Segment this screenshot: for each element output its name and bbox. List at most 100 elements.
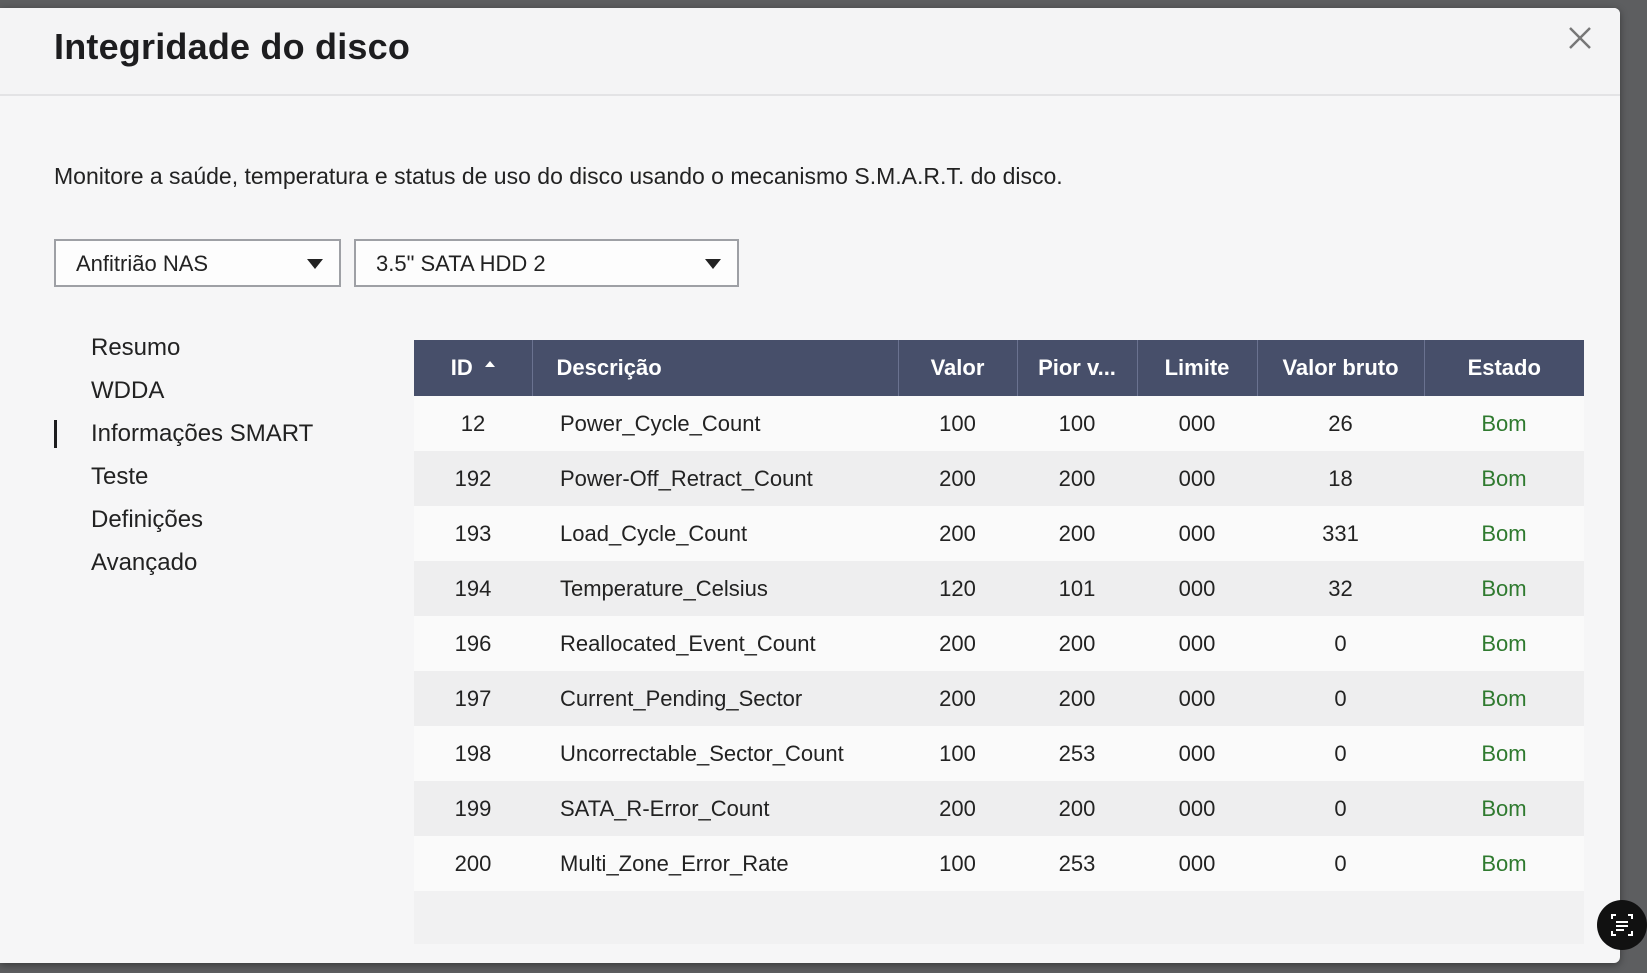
column-header-id-label: ID bbox=[450, 355, 473, 380]
cell-status: Bom bbox=[1424, 781, 1584, 836]
cell-worst: 253 bbox=[1017, 726, 1137, 781]
cell-raw: 0 bbox=[1257, 836, 1424, 891]
cell-raw: 0 bbox=[1257, 781, 1424, 836]
cell-status: Bom bbox=[1424, 561, 1584, 616]
cell-status: Bom bbox=[1424, 616, 1584, 671]
cell-threshold: 000 bbox=[1137, 561, 1257, 616]
close-button[interactable] bbox=[1560, 18, 1600, 58]
cell-raw: 26 bbox=[1257, 396, 1424, 451]
cell-description: Load_Cycle_Count bbox=[532, 506, 898, 561]
cell-description: Reallocated_Event_Count bbox=[532, 616, 898, 671]
cell-id: 200 bbox=[414, 836, 532, 891]
cell-worst: 101 bbox=[1017, 561, 1137, 616]
nav-item-definicoes[interactable]: Definições bbox=[54, 498, 384, 541]
cell-worst: 200 bbox=[1017, 781, 1137, 836]
table-row[interactable]: 194 Temperature_Celsius 120 101 000 32 B… bbox=[414, 561, 1584, 616]
table-row[interactable]: 192 Power-Off_Retract_Count 200 200 000 … bbox=[414, 451, 1584, 506]
table-row[interactable]: 198 Uncorrectable_Sector_Count 100 253 0… bbox=[414, 726, 1584, 781]
cell-status: Bom bbox=[1424, 836, 1584, 891]
cell-threshold: 000 bbox=[1137, 836, 1257, 891]
table-row[interactable]: 200 Multi_Zone_Error_Rate 100 253 000 0 … bbox=[414, 836, 1584, 891]
table-row[interactable]: 12 Power_Cycle_Count 100 100 000 26 Bom bbox=[414, 396, 1584, 451]
cell-status: Bom bbox=[1424, 396, 1584, 451]
cell-description: Current_Pending_Sector bbox=[532, 671, 898, 726]
cell-raw: 18 bbox=[1257, 451, 1424, 506]
nav-item-resumo[interactable]: Resumo bbox=[54, 326, 384, 369]
disk-health-dialog: Integridade do disco Monitore a saúde, t… bbox=[0, 8, 1620, 963]
cell-id: 199 bbox=[414, 781, 532, 836]
cell-value: 200 bbox=[898, 781, 1017, 836]
cell-worst: 253 bbox=[1017, 836, 1137, 891]
cell-worst: 200 bbox=[1017, 671, 1137, 726]
table-row[interactable]: 193 Load_Cycle_Count 200 200 000 331 Bom bbox=[414, 506, 1584, 561]
cell-id: 196 bbox=[414, 616, 532, 671]
smart-table-container: ID Descrição Valor Pior v... Limite Valo… bbox=[414, 340, 1584, 944]
cell-raw: 0 bbox=[1257, 616, 1424, 671]
cell-value: 100 bbox=[898, 836, 1017, 891]
chevron-down-icon bbox=[307, 259, 323, 269]
cell-status: Bom bbox=[1424, 451, 1584, 506]
cell-worst: 200 bbox=[1017, 451, 1137, 506]
host-select-value: Anfitrião NAS bbox=[76, 251, 209, 276]
cell-threshold: 000 bbox=[1137, 396, 1257, 451]
table-header-row: ID Descrição Valor Pior v... Limite Valo… bbox=[414, 340, 1584, 396]
host-select[interactable]: Anfitrião NAS bbox=[54, 239, 341, 287]
nav-item-label: Definições bbox=[91, 506, 204, 533]
cell-id: 194 bbox=[414, 561, 532, 616]
column-header-threshold-label: Limite bbox=[1164, 355, 1230, 380]
column-header-raw-label: Valor bruto bbox=[1282, 355, 1399, 380]
cell-worst: 100 bbox=[1017, 396, 1137, 451]
cell-raw: 331 bbox=[1257, 506, 1424, 561]
nav-item-label: Avançado bbox=[91, 549, 198, 576]
chevron-down-icon bbox=[705, 259, 721, 269]
column-header-threshold[interactable]: Limite bbox=[1137, 340, 1258, 396]
cell-value: 200 bbox=[898, 671, 1017, 726]
nav-item-label: Informações SMART bbox=[91, 420, 314, 447]
cell-threshold: 000 bbox=[1137, 781, 1257, 836]
cell-id: 197 bbox=[414, 671, 532, 726]
cell-id: 192 bbox=[414, 451, 532, 506]
cell-value: 200 bbox=[898, 451, 1017, 506]
cell-id: 198 bbox=[414, 726, 532, 781]
column-header-raw[interactable]: Valor bruto bbox=[1257, 340, 1425, 396]
cell-threshold: 000 bbox=[1137, 671, 1257, 726]
cell-status: Bom bbox=[1424, 506, 1584, 561]
cell-raw: 0 bbox=[1257, 726, 1424, 781]
sort-ascending-icon bbox=[484, 361, 495, 367]
column-header-status[interactable]: Estado bbox=[1424, 340, 1584, 396]
cell-threshold: 000 bbox=[1137, 726, 1257, 781]
cell-description: Temperature_Celsius bbox=[532, 561, 898, 616]
cell-value: 200 bbox=[898, 616, 1017, 671]
disk-select[interactable]: 3.5" SATA HDD 2 bbox=[354, 239, 739, 287]
column-header-worst-label: Pior v... bbox=[1038, 355, 1116, 380]
nav-item-label: Teste bbox=[91, 463, 149, 490]
column-header-id[interactable]: ID bbox=[414, 340, 533, 396]
smart-table: ID Descrição Valor Pior v... Limite Valo… bbox=[414, 340, 1584, 891]
disk-select-value: 3.5" SATA HDD 2 bbox=[376, 251, 546, 276]
table-row[interactable]: 196 Reallocated_Event_Count 200 200 000 … bbox=[414, 616, 1584, 671]
cell-value: 200 bbox=[898, 506, 1017, 561]
cell-status: Bom bbox=[1424, 671, 1584, 726]
nav-item-wdda[interactable]: WDDA bbox=[54, 369, 384, 412]
cell-value: 100 bbox=[898, 396, 1017, 451]
floating-action-button[interactable] bbox=[1597, 900, 1647, 950]
cell-description: SATA_R-Error_Count bbox=[532, 781, 898, 836]
table-row[interactable]: 197 Current_Pending_Sector 200 200 000 0… bbox=[414, 671, 1584, 726]
column-header-value[interactable]: Valor bbox=[898, 340, 1018, 396]
cell-worst: 200 bbox=[1017, 506, 1137, 561]
column-header-description[interactable]: Descrição bbox=[532, 340, 899, 396]
cell-id: 193 bbox=[414, 506, 532, 561]
close-icon bbox=[1569, 27, 1591, 49]
cell-description: Multi_Zone_Error_Rate bbox=[532, 836, 898, 891]
cell-value: 120 bbox=[898, 561, 1017, 616]
nav-item-label: Resumo bbox=[91, 334, 181, 361]
cell-threshold: 000 bbox=[1137, 616, 1257, 671]
nav-item-teste[interactable]: Teste bbox=[54, 455, 384, 498]
cell-status: Bom bbox=[1424, 726, 1584, 781]
nav-item-smart-info[interactable]: Informações SMART bbox=[54, 412, 384, 455]
table-row[interactable]: 199 SATA_R-Error_Count 200 200 000 0 Bom bbox=[414, 781, 1584, 836]
nav-item-label: WDDA bbox=[91, 377, 165, 404]
column-header-worst[interactable]: Pior v... bbox=[1017, 340, 1138, 396]
nav-item-avancado[interactable]: Avançado bbox=[54, 541, 384, 584]
cell-description: Uncorrectable_Sector_Count bbox=[532, 726, 898, 781]
